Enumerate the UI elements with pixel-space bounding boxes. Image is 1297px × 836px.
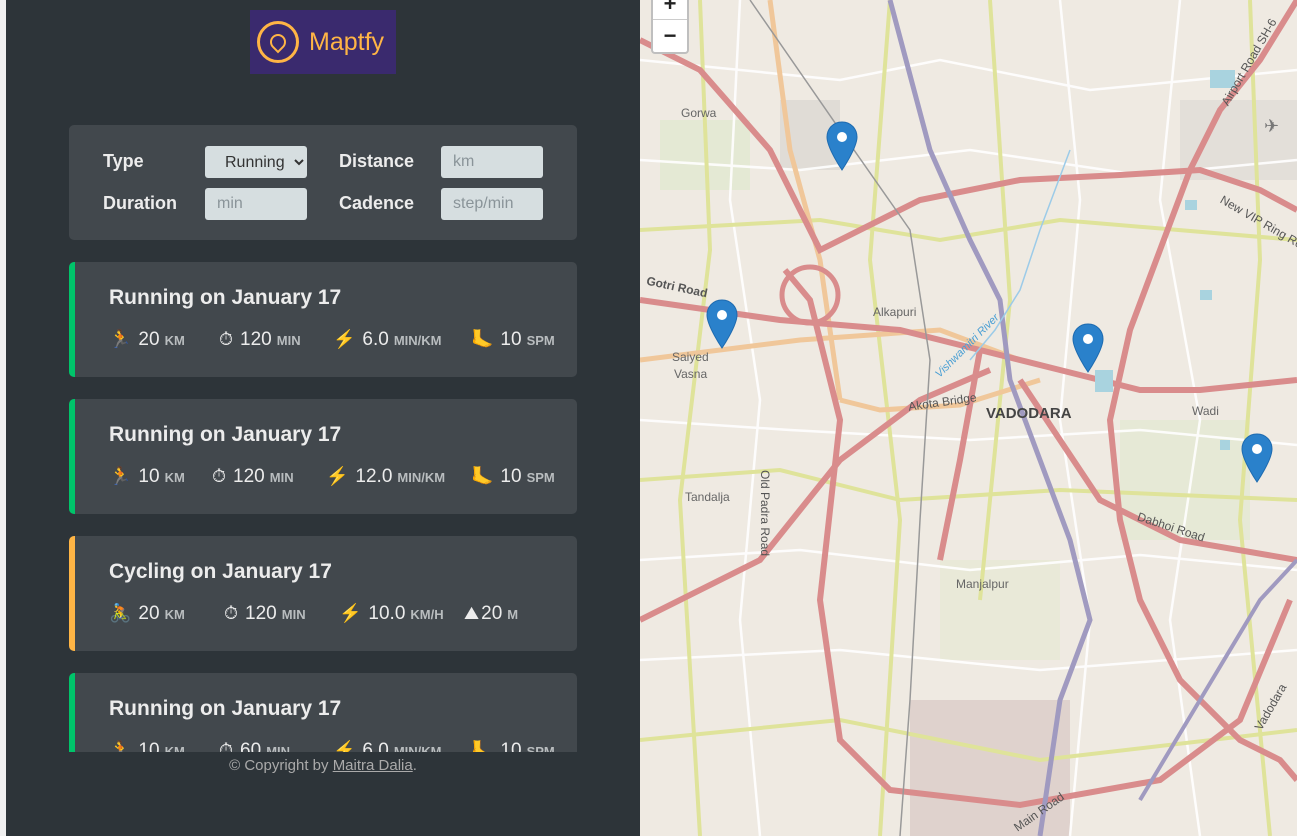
author-link[interactable]: Maitra Dalia bbox=[333, 757, 413, 774]
workout-duration: ⏱ 120 MIN bbox=[224, 603, 306, 624]
duration-input[interactable]: min bbox=[205, 188, 307, 220]
runner-icon: 🏃 bbox=[109, 466, 132, 486]
workout-title: Running on January 17 bbox=[109, 697, 342, 720]
zoom-out-button[interactable]: − bbox=[653, 20, 687, 51]
lightning-icon: ⚡ bbox=[339, 603, 362, 623]
lightning-icon: ⚡ bbox=[326, 466, 349, 486]
app-logo: Maptfy bbox=[250, 10, 396, 74]
workout-cadence: 🦶 10 SPM bbox=[471, 466, 555, 487]
map-label-wadi: Wadi bbox=[1192, 404, 1219, 418]
workout-cadence: 🦶 10 SPM bbox=[471, 329, 555, 350]
mountain-icon: ⛰ bbox=[464, 603, 480, 623]
duration-label: Duration bbox=[103, 193, 177, 213]
workout-card[interactable]: Cycling on January 17 🚴 20 KM ⏱ 120 MIN ⚡ 10.… bbox=[69, 536, 577, 651]
airport-icon: ✈ bbox=[1264, 116, 1280, 136]
workout-cadence: 🦶 10 SPM bbox=[471, 740, 555, 752]
runner-icon: 🏃 bbox=[109, 740, 132, 752]
map-label-old-padra: Old Padra Road bbox=[758, 470, 772, 557]
distance-input[interactable]: km bbox=[441, 146, 543, 178]
cadence-label: Cadence bbox=[339, 193, 415, 213]
lightning-icon: ⚡ bbox=[333, 329, 356, 349]
map-label-vadodara: VADODARA bbox=[986, 405, 1072, 422]
workout-distance: 🚴 20 KM bbox=[109, 603, 185, 624]
stopwatch-icon: ⏱ bbox=[219, 740, 234, 752]
foot-icon: 🦶 bbox=[471, 329, 494, 349]
workout-distance: 🏃 10 KM bbox=[109, 740, 185, 752]
type-label: Type bbox=[103, 151, 144, 171]
map-view[interactable]: + − Gorwa Gotri Road Saiyed Vasna Alkapu… bbox=[640, 0, 1297, 836]
zoom-in-button[interactable]: + bbox=[653, 0, 687, 20]
workout-duration: ⏱ 120 MIN bbox=[219, 329, 301, 350]
workout-card[interactable]: Running on January 17 🏃 20 KM ⏱ 120 MIN ⚡ 6.0… bbox=[69, 262, 577, 377]
workout-pace: ⚡ 6.0 MIN/KM bbox=[333, 329, 442, 350]
workout-card[interactable]: Running on January 17 🏃 10 KM ⏱ 60 MIN ⚡ 6.0 M… bbox=[69, 673, 577, 752]
runner-icon: 🏃 bbox=[109, 329, 132, 349]
type-select[interactable]: Running Cycling bbox=[205, 146, 307, 178]
workout-duration: ⏱ 60 MIN bbox=[219, 740, 290, 752]
stopwatch-icon: ⏱ bbox=[219, 329, 234, 349]
logo-pin-icon bbox=[257, 21, 299, 63]
workout-duration: ⏱ 120 MIN bbox=[212, 466, 294, 487]
map-marker[interactable] bbox=[706, 299, 738, 349]
logo-text: Maptfy bbox=[309, 27, 385, 56]
map-marker[interactable] bbox=[1241, 433, 1273, 483]
workout-title: Running on January 17 bbox=[109, 286, 342, 309]
workout-form: Type Running Cycling Distance km Duratio… bbox=[69, 125, 577, 240]
stopwatch-icon: ⏱ bbox=[212, 466, 227, 486]
workout-title: Cycling on January 17 bbox=[109, 560, 332, 583]
workout-distance: 🏃 20 KM bbox=[109, 329, 185, 350]
sidebar: Maptfy Type Running Cycling Distance km … bbox=[6, 0, 640, 836]
map-marker[interactable] bbox=[826, 121, 858, 171]
workout-elevation: ⛰ 20 M bbox=[464, 603, 519, 624]
map-label-manjalpur: Manjalpur bbox=[956, 577, 1009, 591]
copyright-footer: © Copyright by Maitra Dalia. bbox=[229, 757, 417, 774]
map-label-vasna: Vasna bbox=[674, 367, 708, 381]
workout-title: Running on January 17 bbox=[109, 423, 342, 446]
map-marker[interactable] bbox=[1072, 323, 1104, 373]
map-tiles bbox=[640, 0, 1297, 836]
map-label-tandalja: Tandalja bbox=[685, 490, 730, 504]
distance-label: Distance bbox=[339, 151, 415, 171]
cyclist-icon: 🚴 bbox=[109, 603, 132, 623]
workout-list: Running on January 17 🏃 20 KM ⏱ 120 MIN ⚡ 6.0… bbox=[69, 262, 577, 752]
map-label-gorwa: Gorwa bbox=[681, 106, 717, 120]
lightning-icon: ⚡ bbox=[333, 740, 356, 752]
cadence-input[interactable]: step/min bbox=[441, 188, 543, 220]
workout-pace: ⚡ 12.0 MIN/KM bbox=[326, 466, 446, 487]
map-label-alkapuri: Alkapuri bbox=[873, 305, 917, 319]
foot-icon: 🦶 bbox=[471, 740, 494, 752]
workout-speed: ⚡ 10.0 KM/H bbox=[339, 603, 444, 624]
workout-card[interactable]: Running on January 17 🏃 10 KM ⏱ 120 MIN ⚡ 12.… bbox=[69, 399, 577, 514]
workout-distance: 🏃 10 KM bbox=[109, 466, 185, 487]
workout-pace: ⚡ 6.0 MIN/KM bbox=[333, 740, 442, 752]
foot-icon: 🦶 bbox=[471, 466, 494, 486]
zoom-control: + − bbox=[651, 0, 689, 54]
map-label-saiyed: Saiyed bbox=[672, 350, 709, 364]
stopwatch-icon: ⏱ bbox=[224, 603, 239, 623]
